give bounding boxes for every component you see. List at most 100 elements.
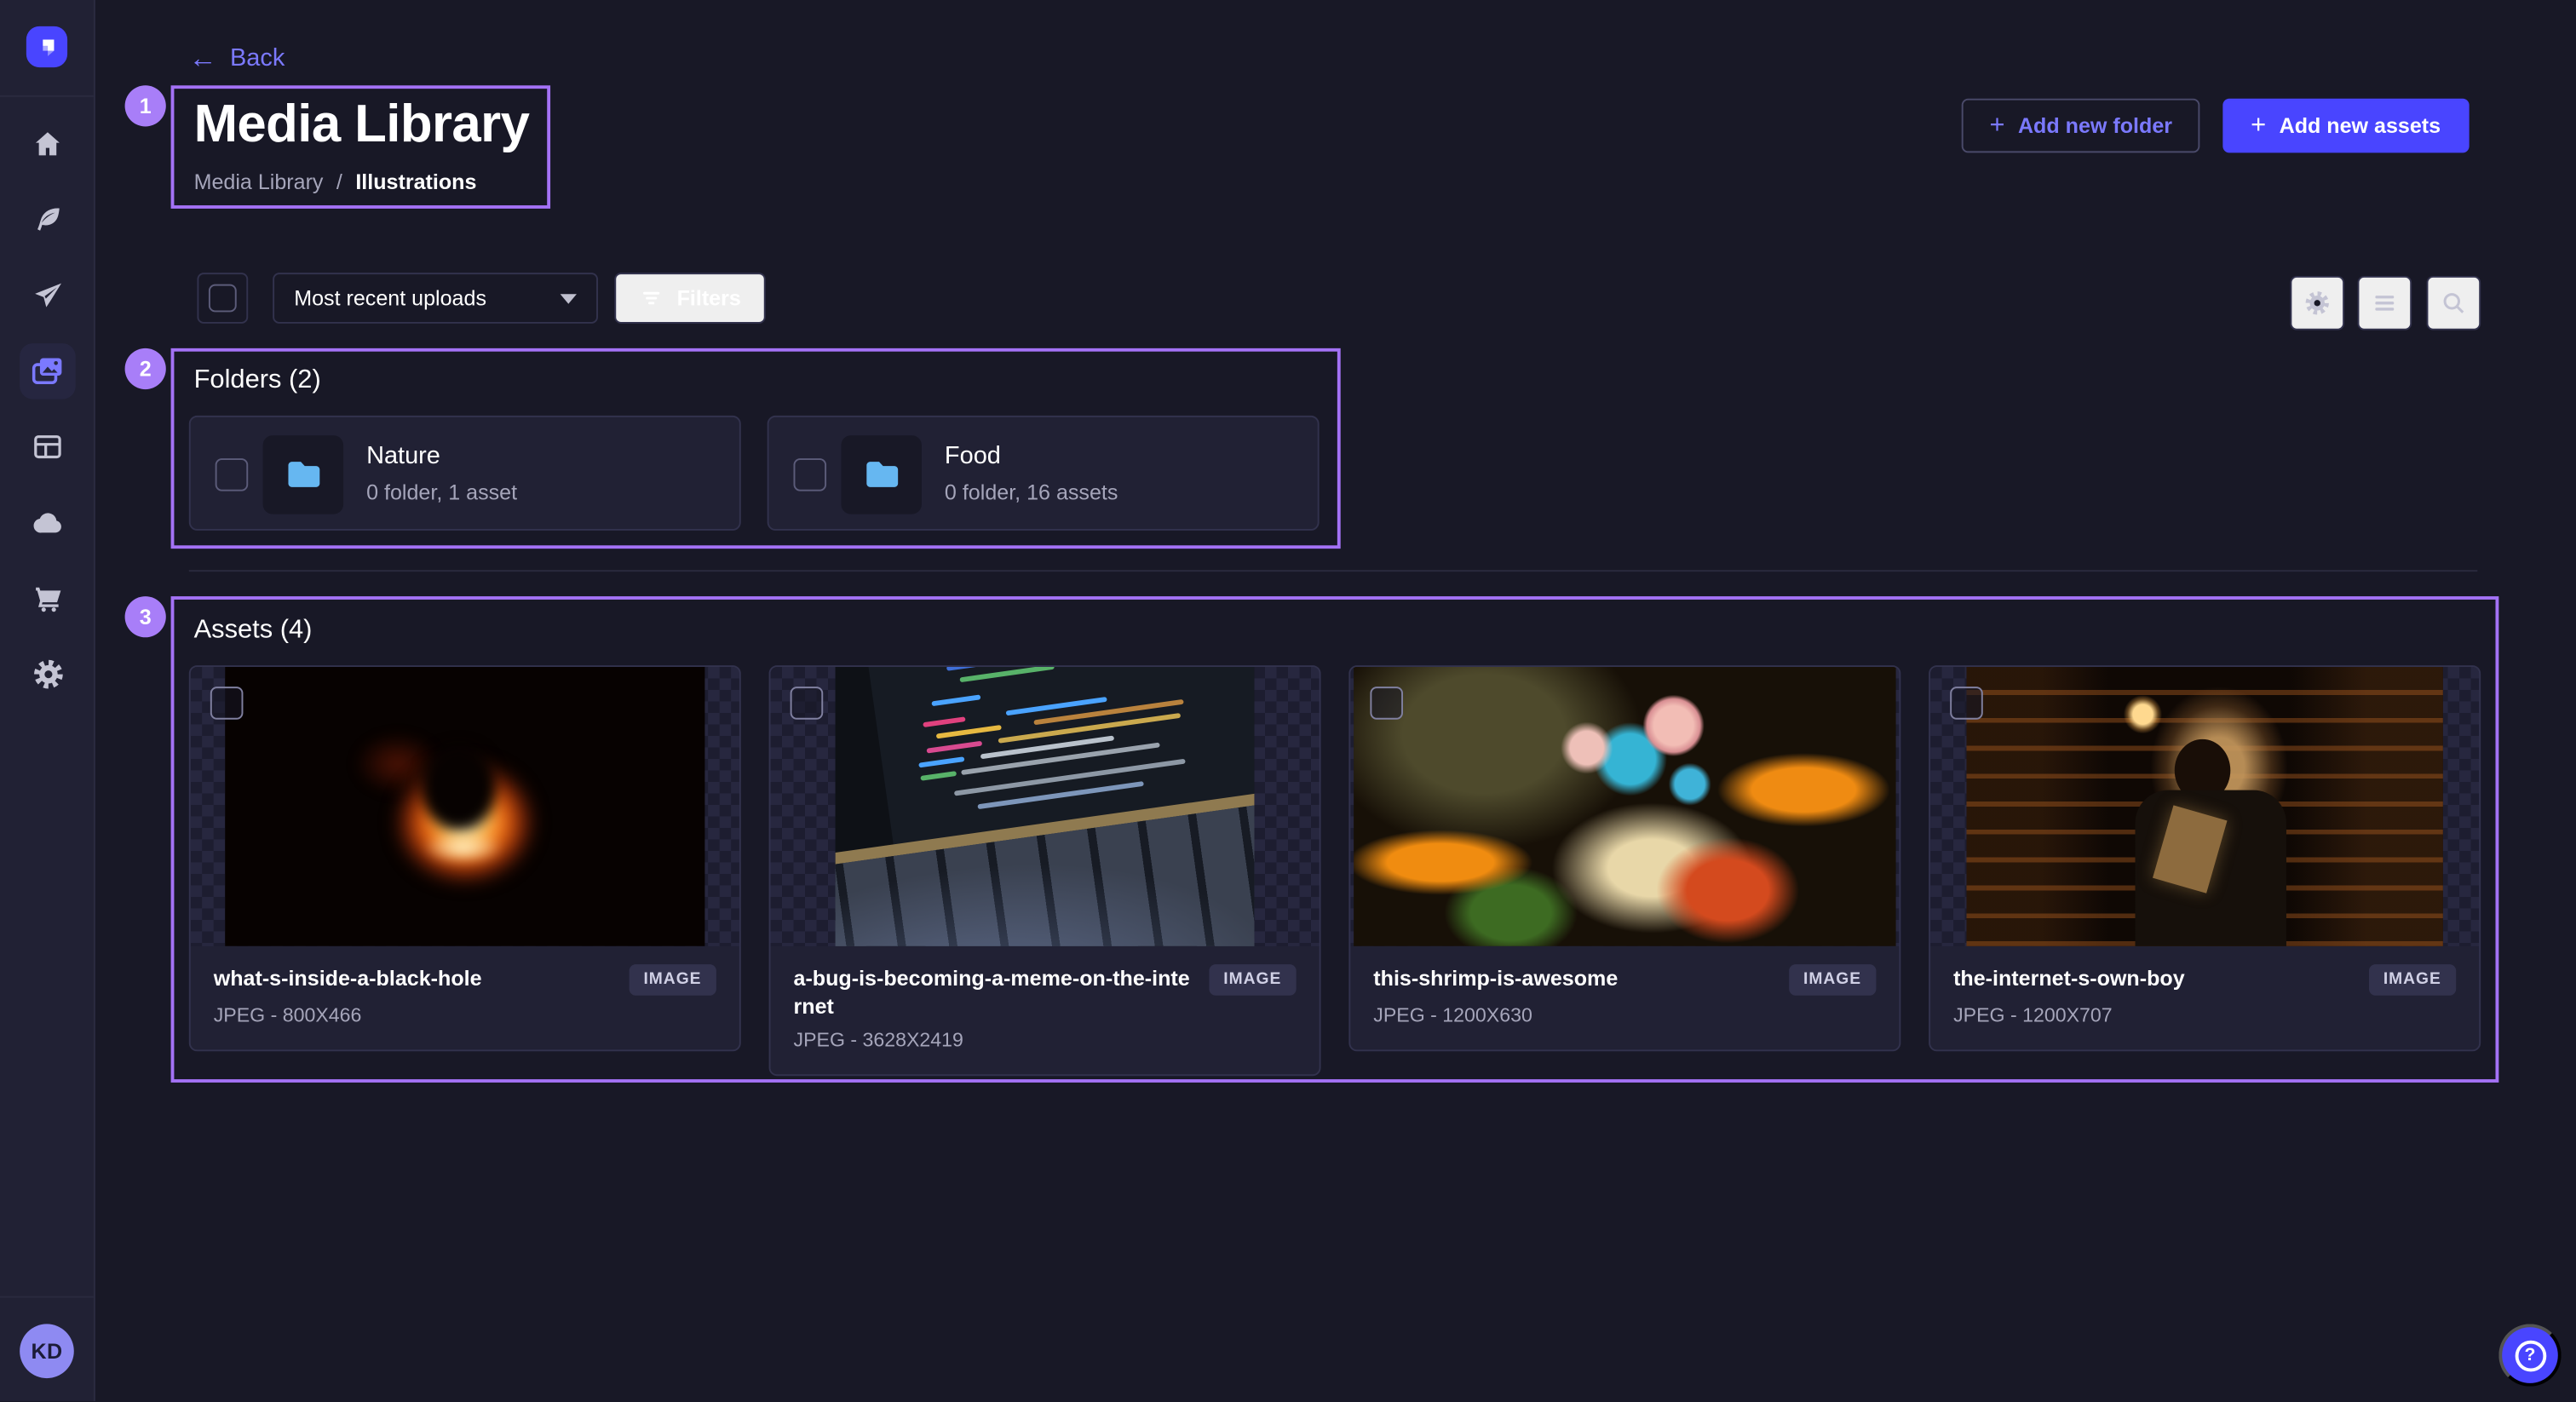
- filters-button[interactable]: Filters: [614, 273, 765, 324]
- asset-card-footer: this-shrimp-is-awesome IMAGE JPEG - 1200…: [1350, 946, 1899, 1050]
- folder-checkbox[interactable]: [216, 458, 249, 491]
- asset-type-badge: IMAGE: [629, 964, 716, 996]
- decoration: [421, 745, 497, 830]
- assets-heading: Assets (4): [194, 616, 313, 646]
- folders-heading: Folders (2): [194, 366, 321, 396]
- asset-checkbox[interactable]: [1950, 687, 1983, 720]
- add-new-assets-button[interactable]: + Add new assets: [2222, 99, 2469, 153]
- annotation-badge-2: 2: [125, 348, 166, 389]
- add-new-folder-button[interactable]: + Add new folder: [1962, 99, 2200, 153]
- strapi-logo[interactable]: [26, 26, 67, 67]
- list-view-button[interactable]: [2357, 276, 2412, 330]
- back-link[interactable]: ← Back: [189, 44, 285, 72]
- select-all-checkbox[interactable]: [209, 284, 237, 313]
- sidebar-item-content[interactable]: [20, 192, 76, 249]
- folder-meta: 0 folder, 16 assets: [945, 480, 1118, 504]
- add-new-assets-label: Add new assets: [2280, 113, 2441, 138]
- back-label: Back: [230, 44, 285, 72]
- sidebar-item-media-library[interactable]: [20, 343, 76, 399]
- sidebar: KD: [0, 0, 95, 1401]
- asset-checkbox[interactable]: [1370, 687, 1403, 720]
- asset-card[interactable]: what-s-inside-a-black-hole IMAGE JPEG - …: [189, 665, 741, 1051]
- asset-card[interactable]: a-bug-is-becoming-a-meme-on-the-internet…: [769, 665, 1321, 1076]
- user-avatar[interactable]: KD: [20, 1324, 74, 1378]
- sort-dropdown[interactable]: Most recent uploads: [273, 273, 598, 324]
- asset-card[interactable]: this-shrimp-is-awesome IMAGE JPEG - 1200…: [1348, 665, 1900, 1051]
- asset-checkbox[interactable]: [210, 687, 244, 720]
- annotation-badge-1: 1: [125, 85, 166, 126]
- sidebar-divider-bottom: [0, 1296, 94, 1298]
- asset-card-footer: a-bug-is-becoming-a-meme-on-the-internet…: [770, 946, 1319, 1074]
- asset-meta: JPEG - 1200X630: [1373, 1003, 1876, 1026]
- sidebar-item-home[interactable]: [20, 117, 76, 173]
- folder-meta: 0 folder, 1 asset: [366, 480, 517, 504]
- asset-checkbox[interactable]: [791, 687, 824, 720]
- folder-card-food[interactable]: Food 0 folder, 16 assets: [768, 416, 1320, 531]
- gear-icon: [31, 656, 65, 691]
- breadcrumb: Media Library / Illustrations: [194, 170, 477, 194]
- asset-type-badge: IMAGE: [1789, 964, 1877, 996]
- media-library-icon: [30, 353, 66, 389]
- search-button[interactable]: [2426, 276, 2481, 330]
- chevron-down-icon: [561, 293, 577, 303]
- sidebar-item-content-manager[interactable]: [20, 419, 76, 475]
- section-divider: [189, 570, 2478, 572]
- asset-type-badge: IMAGE: [2368, 964, 2456, 996]
- arrow-left-icon: ←: [189, 46, 217, 71]
- asset-title: what-s-inside-a-black-hole: [214, 964, 629, 992]
- asset-card[interactable]: the-internet-s-own-boy IMAGE JPEG - 1200…: [1929, 665, 2481, 1051]
- folder-icon-tile: [263, 435, 344, 514]
- cart-icon: [32, 582, 65, 615]
- mantis-shrimp-photo: [1354, 667, 1895, 946]
- asset-title: this-shrimp-is-awesome: [1373, 964, 1788, 992]
- decoration: [411, 826, 515, 869]
- decoration: [836, 667, 1255, 946]
- help-icon: ?: [2515, 1340, 2546, 1371]
- layout-icon: [32, 430, 65, 463]
- strapi-logo-glyph: [33, 33, 61, 61]
- asset-thumbnail-black-hole: [191, 667, 739, 946]
- sidebar-divider-top: [0, 95, 94, 97]
- asset-title: a-bug-is-becoming-a-meme-on-the-internet: [793, 964, 1208, 1020]
- asset-card-footer: what-s-inside-a-black-hole IMAGE JPEG - …: [191, 946, 739, 1050]
- feather-icon: [32, 204, 65, 237]
- folder-card-nature[interactable]: Nature 0 folder, 1 asset: [189, 416, 741, 531]
- asset-thumbnail-mantis-shrimp: [1350, 667, 1899, 946]
- black-hole-photo: [225, 667, 704, 946]
- sidebar-item-marketplace[interactable]: [20, 570, 76, 626]
- breadcrumb-parent[interactable]: Media Library: [194, 170, 324, 194]
- sidebar-item-deploy[interactable]: [20, 495, 76, 551]
- folder-checkbox[interactable]: [793, 458, 826, 491]
- select-all-checkbox-wrapper[interactable]: [197, 273, 248, 324]
- search-icon: [2440, 289, 2468, 317]
- sidebar-item-settings[interactable]: [20, 646, 76, 702]
- asset-card-footer: the-internet-s-own-boy IMAGE JPEG - 1200…: [1930, 946, 2479, 1050]
- sidebar-item-releases[interactable]: [20, 267, 76, 324]
- library-portrait-photo: [1967, 667, 2443, 946]
- list-icon: [2371, 289, 2399, 317]
- folder-icon: [862, 455, 901, 494]
- page-title: Media Library: [194, 94, 530, 154]
- folder-name: Nature: [366, 442, 440, 470]
- laptop-code-photo: [836, 667, 1255, 946]
- folder-icon: [284, 455, 323, 494]
- folder-name: Food: [945, 442, 1001, 470]
- asset-meta: JPEG - 800X466: [214, 1003, 716, 1026]
- cloud-icon: [31, 505, 65, 540]
- plus-icon: +: [1990, 114, 2005, 137]
- breadcrumb-current: Illustrations: [355, 170, 476, 194]
- paper-plane-icon: [32, 279, 65, 313]
- asset-thumbnail-laptop-code: [770, 667, 1319, 946]
- plus-icon: +: [2251, 114, 2266, 137]
- asset-type-badge: IMAGE: [1209, 964, 1297, 996]
- view-settings-button[interactable]: [2290, 276, 2344, 330]
- help-button[interactable]: ?: [2498, 1324, 2561, 1386]
- breadcrumb-separator: /: [336, 170, 342, 194]
- add-new-folder-label: Add new folder: [2018, 113, 2172, 138]
- sidebar-nav: [20, 117, 76, 702]
- home-icon: [32, 128, 65, 161]
- folder-icon-tile: [841, 435, 921, 514]
- asset-thumbnail-library-portrait: [1930, 667, 2479, 946]
- gear-icon: [2303, 289, 2332, 317]
- annotation-badge-3: 3: [125, 596, 166, 637]
